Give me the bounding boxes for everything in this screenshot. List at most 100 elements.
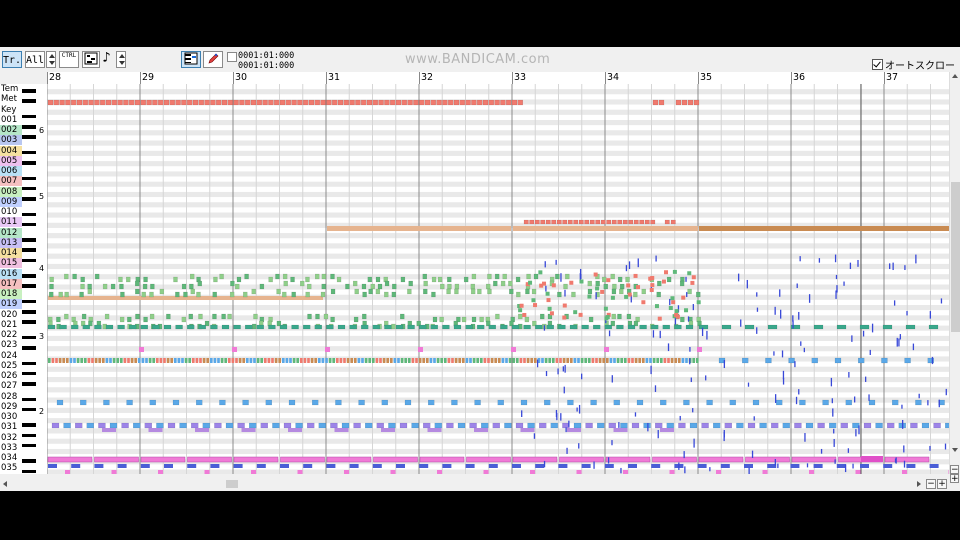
track-label[interactable]: 014: [0, 248, 22, 258]
note-indigo[interactable]: [860, 464, 869, 468]
note-green[interactable]: [656, 291, 661, 298]
note-indigo[interactable]: [651, 464, 661, 468]
note-tick[interactable]: [555, 259, 557, 265]
note-indigo[interactable]: [883, 464, 893, 468]
note-multi[interactable]: [624, 358, 627, 363]
note-multi[interactable]: [426, 358, 429, 363]
note-multi[interactable]: [177, 358, 181, 363]
note-green[interactable]: [384, 291, 389, 298]
note-teal[interactable]: [511, 324, 520, 330]
note-multi[interactable]: [566, 358, 569, 363]
horizontal-zoom-in-button[interactable]: +: [937, 479, 947, 489]
note-red[interactable]: [163, 99, 170, 106]
black-key[interactable]: [22, 310, 36, 314]
note-blue[interactable]: [666, 422, 674, 429]
note-green[interactable]: [94, 273, 100, 280]
black-key[interactable]: [22, 99, 36, 103]
note-blue[interactable]: [98, 422, 106, 429]
note-tick[interactable]: [693, 438, 695, 448]
note-multi[interactable]: [314, 358, 317, 363]
note-teal[interactable]: [859, 324, 870, 330]
note-small[interactable]: [684, 308, 689, 313]
note-teal[interactable]: [326, 324, 334, 330]
note-small[interactable]: [533, 303, 538, 308]
note-blue[interactable]: [272, 422, 280, 429]
note-red[interactable]: [430, 99, 436, 106]
note-blue[interactable]: [474, 399, 481, 406]
note-tick[interactable]: [657, 429, 659, 439]
note-blue[interactable]: [103, 399, 110, 406]
black-key[interactable]: [22, 397, 36, 402]
note-green[interactable]: [502, 273, 507, 280]
note-multi[interactable]: [616, 358, 620, 363]
note-pink[interactable]: [47, 456, 93, 463]
track-label[interactable]: 011: [0, 217, 22, 228]
note-multi[interactable]: [462, 358, 465, 363]
note-tick[interactable]: [931, 356, 934, 365]
note-multi[interactable]: [678, 358, 681, 363]
note-green[interactable]: [626, 313, 632, 320]
note-tick[interactable]: [679, 415, 681, 421]
note-multi[interactable]: [116, 358, 119, 363]
note-blue[interactable]: [544, 399, 551, 406]
note-small[interactable]: [624, 294, 629, 299]
note-green[interactable]: [518, 313, 523, 320]
note-green[interactable]: [80, 276, 85, 283]
note-blue[interactable]: [167, 422, 176, 429]
black-key[interactable]: [22, 89, 36, 93]
note-green[interactable]: [508, 280, 513, 287]
note-tick[interactable]: [899, 334, 902, 340]
note-teal[interactable]: [349, 324, 357, 330]
note-multi[interactable]: [123, 358, 127, 363]
note-green[interactable]: [320, 291, 326, 298]
note-green[interactable]: [212, 291, 217, 298]
note-tick[interactable]: [753, 416, 755, 421]
note-tick[interactable]: [701, 327, 704, 337]
note-green[interactable]: [368, 288, 373, 295]
note-multi[interactable]: [487, 358, 490, 363]
note-small[interactable]: [595, 286, 600, 291]
note-green[interactable]: [183, 291, 188, 298]
note-multi[interactable]: [51, 358, 55, 363]
note-green[interactable]: [64, 273, 69, 280]
black-key[interactable]: [22, 114, 36, 119]
note-red[interactable]: [47, 99, 54, 106]
note-green[interactable]: [361, 283, 367, 290]
note-tick[interactable]: [647, 422, 649, 432]
note-blue[interactable]: [365, 422, 373, 429]
track-label[interactable]: 034: [0, 453, 22, 463]
note-teal[interactable]: [488, 324, 496, 330]
note-pink[interactable]: [530, 470, 535, 474]
note-green[interactable]: [72, 273, 77, 280]
note-pink[interactable]: [419, 456, 465, 463]
note-blue[interactable]: [887, 422, 895, 429]
note-red[interactable]: [567, 219, 573, 225]
note-red[interactable]: [556, 219, 562, 225]
note-multi[interactable]: [242, 358, 245, 363]
piano-keyboard[interactable]: 6 5 4 3 2: [22, 84, 48, 474]
note-red[interactable]: [390, 99, 396, 106]
note-green[interactable]: [330, 316, 335, 323]
note-tick[interactable]: [543, 460, 546, 468]
note-red[interactable]: [53, 99, 60, 106]
note-tan[interactable]: [513, 226, 698, 231]
note-teal[interactable]: [430, 324, 438, 330]
note-length-spinner[interactable]: [116, 51, 126, 68]
note-blue[interactable]: [341, 422, 350, 429]
note-red[interactable]: [628, 219, 634, 225]
note-blue[interactable]: [446, 422, 454, 429]
note-multi[interactable]: [134, 358, 137, 363]
note-tick[interactable]: [692, 304, 694, 311]
note-multi[interactable]: [112, 358, 116, 363]
note-teal[interactable]: [303, 324, 311, 330]
note-multi[interactable]: [379, 358, 382, 363]
note-blue[interactable]: [202, 422, 211, 429]
note-small[interactable]: [578, 312, 583, 317]
note-multi[interactable]: [598, 358, 602, 363]
note-tick[interactable]: [927, 400, 929, 406]
note-blue[interactable]: [492, 422, 500, 429]
note-blue[interactable]: [56, 399, 64, 406]
black-key[interactable]: [22, 125, 36, 129]
note-tick[interactable]: [564, 289, 566, 297]
note-tick[interactable]: [918, 393, 920, 399]
